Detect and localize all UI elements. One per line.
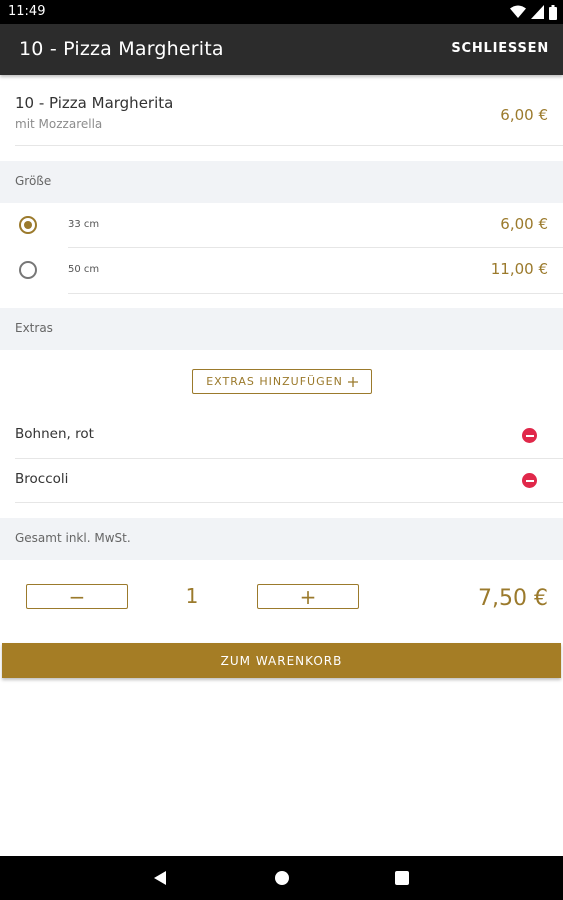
- size-price: 6,00 €: [500, 215, 548, 233]
- page-title: 10 - Pizza Margherita: [19, 38, 224, 60]
- increase-quantity-button[interactable]: +: [257, 584, 359, 609]
- add-extras-button[interactable]: EXTRAS HINZUFÜGEN: [192, 369, 372, 394]
- app-bar: 10 - Pizza Margherita SCHLIESSEN: [0, 24, 563, 75]
- status-icons: [510, 4, 557, 20]
- total-section-label: Gesamt inkl. MwSt.: [15, 531, 131, 545]
- system-nav-bar: [0, 856, 563, 900]
- extras-section-label: Extras: [15, 321, 53, 335]
- home-icon[interactable]: [275, 871, 289, 885]
- add-to-cart-label: ZUM WARENKORB: [220, 653, 343, 668]
- extra-name: Broccoli: [15, 471, 69, 487]
- extra-item: Bohnen, rot: [0, 414, 563, 458]
- status-bar: 11:49: [0, 0, 563, 24]
- size-radio-50cm[interactable]: [19, 261, 37, 279]
- decrease-quantity-button[interactable]: −: [26, 584, 128, 609]
- product-price: 6,00 €: [500, 106, 548, 124]
- add-extras-label: EXTRAS HINZUFÜGEN: [206, 375, 343, 388]
- extra-item: Broccoli: [0, 459, 563, 503]
- total-price: 7,50 €: [478, 586, 548, 611]
- size-label: 50 cm: [68, 264, 100, 275]
- divider: [15, 502, 563, 503]
- plus-label: +: [299, 584, 317, 609]
- remove-icon[interactable]: [522, 428, 537, 443]
- quantity-value: 1: [185, 584, 199, 608]
- extras-section-header: Extras: [0, 308, 563, 350]
- product-name: 10 - Pizza Margherita: [15, 94, 174, 112]
- size-price: 11,00 €: [490, 260, 548, 278]
- extra-name: Bohnen, rot: [15, 426, 94, 442]
- back-icon[interactable]: [154, 871, 166, 885]
- size-section-label: Größe: [15, 174, 52, 188]
- divider: [68, 293, 563, 294]
- size-option-33cm[interactable]: 33 cm 6,00 €: [0, 203, 563, 248]
- product-description: mit Mozzarella: [15, 117, 103, 131]
- wifi-icon: [510, 5, 526, 18]
- plus-icon: [347, 376, 358, 387]
- remove-icon[interactable]: [522, 473, 537, 488]
- size-radio-33cm[interactable]: [19, 216, 37, 234]
- minus-label: −: [68, 584, 86, 609]
- size-label: 33 cm: [68, 219, 100, 230]
- close-button[interactable]: SCHLIESSEN: [451, 41, 549, 56]
- size-section-header: Größe: [0, 161, 563, 203]
- status-time: 11:49: [8, 4, 46, 19]
- total-section-header: Gesamt inkl. MwSt.: [0, 518, 563, 560]
- add-to-cart-button[interactable]: ZUM WARENKORB: [2, 643, 561, 678]
- battery-icon: [549, 4, 557, 20]
- signal-icon: [531, 5, 544, 19]
- product-summary: 10 - Pizza Margherita mit Mozzarella 6,0…: [15, 89, 563, 146]
- size-option-50cm[interactable]: 50 cm 11,00 €: [0, 248, 563, 293]
- recents-icon[interactable]: [395, 871, 409, 885]
